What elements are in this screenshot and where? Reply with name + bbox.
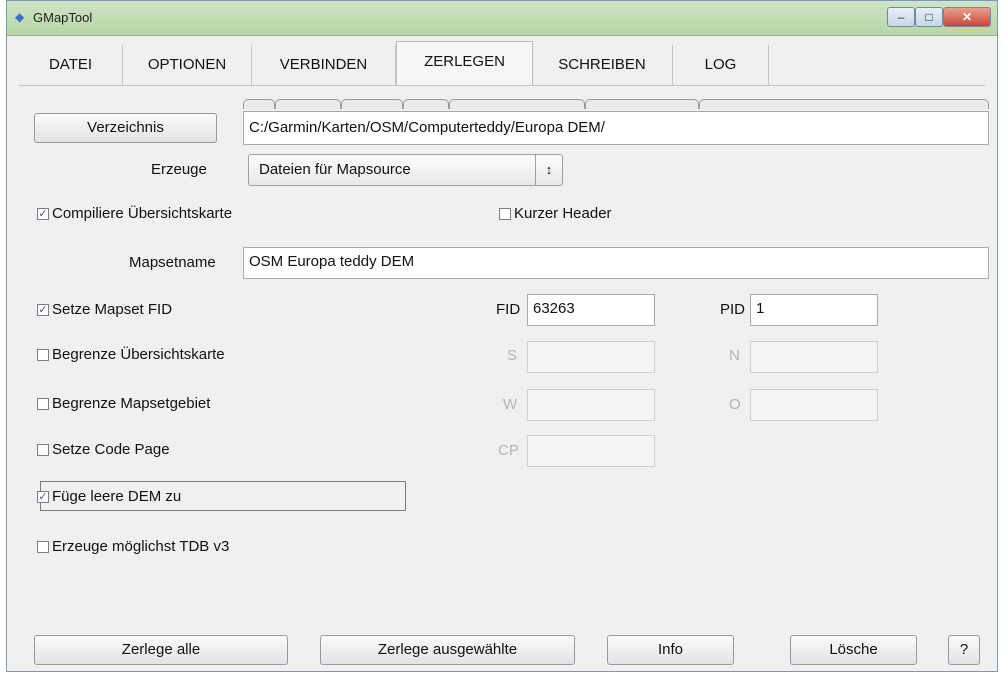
column-header[interactable] bbox=[403, 99, 449, 109]
directory-path-field[interactable]: C:/Garmin/Karten/OSM/Computerteddy/Europ… bbox=[243, 111, 989, 145]
column-header[interactable] bbox=[243, 99, 275, 109]
checkbox-icon bbox=[499, 207, 511, 220]
fid-label: FID bbox=[496, 301, 521, 318]
set-code-page-label: Setze Code Page bbox=[52, 441, 170, 458]
erzeuge-select[interactable]: Dateien für Mapsource ↕ bbox=[248, 154, 563, 186]
column-header[interactable] bbox=[699, 99, 989, 109]
limit-overview-checkbox[interactable]: Begrenze Übersichtskarte bbox=[37, 346, 225, 363]
title-bar[interactable]: ◆ GMapTool – □ ✕ bbox=[7, 1, 997, 36]
split-all-button[interactable]: Zerlege alle bbox=[34, 635, 288, 665]
n-field[interactable] bbox=[750, 341, 878, 373]
split-selected-button[interactable]: Zerlege ausgewählte bbox=[320, 635, 575, 665]
add-empty-dem-checkbox[interactable]: ✓ Füge leere DEM zu bbox=[37, 488, 181, 505]
fid-field[interactable]: 63263 bbox=[527, 294, 655, 326]
tab-schreiben[interactable]: SCHREIBEN bbox=[532, 45, 673, 85]
n-label: N bbox=[729, 347, 740, 364]
tab-optionen[interactable]: OPTIONEN bbox=[123, 45, 252, 85]
help-button[interactable]: ? bbox=[948, 635, 980, 665]
checkbox-icon bbox=[37, 397, 49, 410]
gmaptool-window: ◆ GMapTool – □ ✕ DATEI OPTIONEN VERBINDE… bbox=[6, 0, 998, 672]
erzeuge-selected-value: Dateien für Mapsource bbox=[259, 161, 411, 178]
set-mapset-fid-checkbox[interactable]: ✓ Setze Mapset FID bbox=[37, 301, 172, 318]
app-icon: ◆ bbox=[15, 10, 25, 24]
column-header[interactable] bbox=[449, 99, 585, 109]
column-header[interactable] bbox=[275, 99, 341, 109]
limit-mapset-area-label: Begrenze Mapsetgebiet bbox=[52, 395, 211, 412]
tab-divider bbox=[19, 85, 985, 86]
checkbox-checked-icon: ✓ bbox=[37, 490, 49, 503]
limit-mapset-area-checkbox[interactable]: Begrenze Mapsetgebiet bbox=[37, 395, 210, 412]
limit-overview-label: Begrenze Übersichtskarte bbox=[52, 346, 225, 363]
checkbox-checked-icon: ✓ bbox=[37, 303, 49, 316]
w-field[interactable] bbox=[527, 389, 655, 421]
cp-label: CP bbox=[498, 442, 519, 459]
erzeuge-label: Erzeuge bbox=[151, 161, 207, 178]
close-button[interactable]: ✕ bbox=[943, 7, 991, 27]
create-tdb-v3-checkbox[interactable]: Erzeuge möglichst TDB v3 bbox=[37, 538, 229, 555]
tab-datei[interactable]: DATEI bbox=[19, 45, 123, 85]
tab-verbinden[interactable]: VERBINDEN bbox=[252, 45, 396, 85]
s-field[interactable] bbox=[527, 341, 655, 373]
mapsetname-label: Mapsetname bbox=[129, 254, 216, 271]
column-header[interactable] bbox=[585, 99, 699, 109]
set-mapset-fid-label: Setze Mapset FID bbox=[52, 301, 173, 318]
o-label: O bbox=[729, 396, 741, 413]
spinner-arrows-icon: ↕ bbox=[535, 155, 562, 185]
window-title: GMapTool bbox=[33, 10, 93, 25]
create-tdb-v3-label: Erzeuge möglichst TDB v3 bbox=[52, 538, 230, 555]
info-button[interactable]: Info bbox=[607, 635, 734, 665]
delete-button[interactable]: Lösche bbox=[790, 635, 917, 665]
compile-overview-label: Compiliere Übersichtskarte bbox=[52, 205, 233, 222]
o-field[interactable] bbox=[750, 389, 878, 421]
cp-field[interactable] bbox=[527, 435, 655, 467]
w-label: W bbox=[503, 396, 518, 413]
checkbox-checked-icon: ✓ bbox=[37, 207, 49, 220]
minimize-button[interactable]: – bbox=[887, 7, 915, 27]
checkbox-icon bbox=[37, 348, 49, 361]
compile-overview-checkbox[interactable]: ✓ Compiliere Übersichtskarte bbox=[37, 205, 232, 222]
maximize-button[interactable]: □ bbox=[915, 7, 943, 27]
s-label: S bbox=[507, 347, 518, 364]
column-header[interactable] bbox=[341, 99, 403, 109]
pid-field[interactable]: 1 bbox=[750, 294, 878, 326]
short-header-label: Kurzer Header bbox=[514, 205, 612, 222]
pid-label: PID bbox=[720, 301, 746, 318]
add-empty-dem-label: Füge leere DEM zu bbox=[52, 488, 182, 505]
tab-zerlegen[interactable]: ZERLEGEN bbox=[396, 41, 533, 86]
set-code-page-checkbox[interactable]: Setze Code Page bbox=[37, 441, 170, 458]
checkbox-icon bbox=[37, 540, 49, 553]
mapsetname-field[interactable]: OSM Europa teddy DEM bbox=[243, 247, 989, 279]
tab-log[interactable]: LOG bbox=[673, 45, 769, 85]
directory-button[interactable]: Verzeichnis bbox=[34, 113, 217, 143]
checkbox-icon bbox=[37, 443, 49, 456]
short-header-checkbox[interactable]: Kurzer Header bbox=[499, 205, 612, 222]
